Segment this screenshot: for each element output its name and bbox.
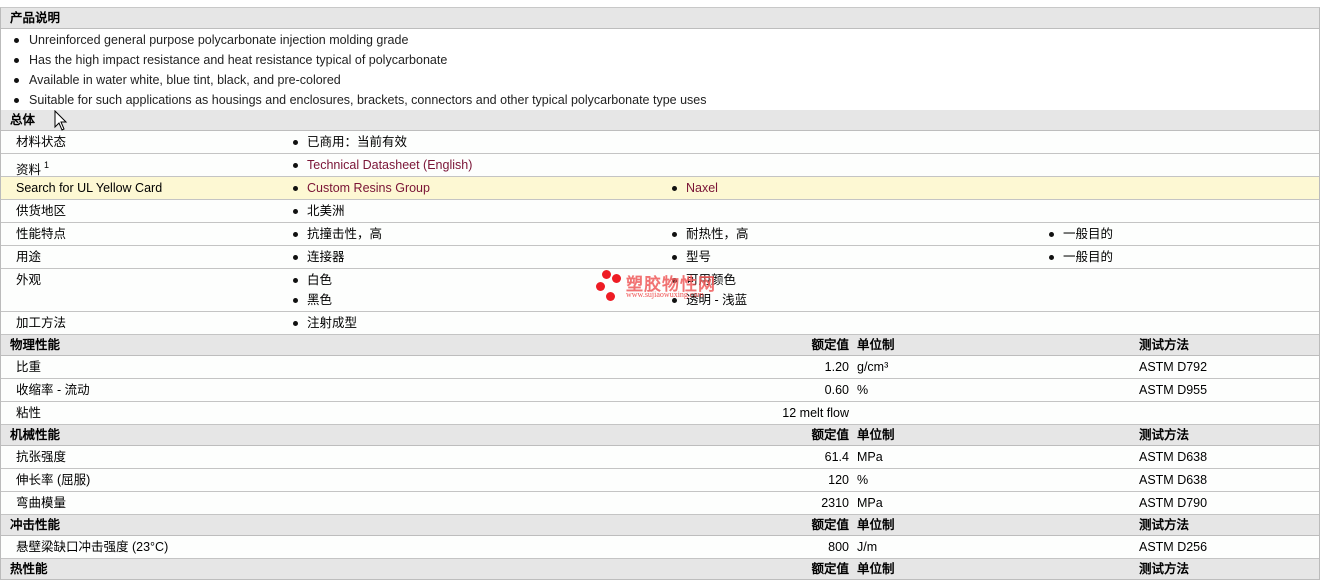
ul-link-custom-resins[interactable]: Custom Resins Group <box>293 177 430 199</box>
col-header-method: 测试方法 <box>1139 562 1190 576</box>
row-unit: % <box>857 473 869 487</box>
section-title: 机械性能 <box>10 428 61 442</box>
col-header-method: 测试方法 <box>1139 518 1190 532</box>
row-label: 材料状态 <box>16 135 67 149</box>
row-label: Search for UL Yellow Card <box>16 181 163 195</box>
row-value: 1.20 <box>824 360 849 374</box>
table-row: 加工方法 注射成型 <box>1 312 1319 335</box>
col-header-method: 测试方法 <box>1139 338 1190 352</box>
list-item: Has the high impact resistance and heat … <box>1 50 1319 70</box>
row-label: 比重 <box>16 360 42 374</box>
section-title: 产品说明 <box>10 11 61 25</box>
row-label: 收缩率 - 流动 <box>16 383 90 397</box>
section-title: 热性能 <box>10 562 48 576</box>
row-label: 性能特点 <box>16 227 67 241</box>
row-value: 800 <box>828 540 849 554</box>
table-row: 性能特点 抗撞击性，高 耐热性，高 一般目的 <box>1 223 1319 246</box>
table-row: 弯曲模量 2310 MPa ASTM D790 <box>1 492 1319 515</box>
row-method: ASTM D638 <box>1139 450 1208 464</box>
row-unit: % <box>857 383 869 397</box>
table-row: 供货地区 北美洲 <box>1 200 1319 223</box>
description-list: Unreinforced general purpose polycarbona… <box>1 29 1319 110</box>
row-label: 伸长率 (屈服) <box>16 473 91 487</box>
section-header-general: 总体 <box>1 110 1319 131</box>
row-value: 2310 <box>821 496 849 510</box>
row-value: 一般目的 <box>1049 246 1113 268</box>
row-method: ASTM D792 <box>1139 360 1208 374</box>
table-row: 悬壁梁缺口冲击强度 (23°C) 800 J/m ASTM D256 <box>1 536 1319 559</box>
col-header-value: 额定值 <box>811 562 849 576</box>
section-header-mechanical: 机械性能 额定值 单位制 测试方法 <box>1 425 1319 446</box>
col-header-value: 额定值 <box>811 518 849 532</box>
row-method: ASTM D256 <box>1139 540 1208 554</box>
table-row: 外观 白色 黑色 可用颜色 透明 - 浅蓝 <box>1 269 1319 312</box>
row-unit: J/m <box>857 540 878 554</box>
row-value: 已商用：当前有效 <box>293 131 407 153</box>
table-row: 伸长率 (屈服) 120% ASTM D638 <box>1 469 1319 492</box>
datasheet-table: 产品说明 Unreinforced general purpose polyca… <box>0 7 1320 580</box>
list-item: Available in water white, blue tint, bla… <box>1 70 1319 90</box>
section-header-physical: 物理性能 额定值 单位制 测试方法 <box>1 335 1319 356</box>
label-text: 资料 <box>16 163 42 177</box>
col-header-unit: 单位制 <box>857 562 895 576</box>
section-title: 冲击性能 <box>10 518 61 532</box>
row-label: 用途 <box>16 250 42 264</box>
ul-link-naxel[interactable]: Naxel <box>672 177 718 199</box>
row-value: 连接器 <box>293 246 345 268</box>
section-header-description: 产品说明 <box>1 8 1319 29</box>
row-value: 12 melt flow <box>782 406 849 420</box>
list-item: Suitable for such applications as housin… <box>1 90 1319 110</box>
section-title: 物理性能 <box>10 338 61 352</box>
row-value: 耐热性，高 <box>672 223 749 245</box>
row-value: 白色 <box>293 269 332 291</box>
row-label: 粘性 <box>16 406 42 420</box>
table-row: 用途 连接器 型号 一般目的 <box>1 246 1319 269</box>
list-item: Unreinforced general purpose polycarbona… <box>1 30 1319 50</box>
row-method: ASTM D790 <box>1139 496 1208 510</box>
table-row: 资料 1 Technical Datasheet (English) <box>1 154 1319 177</box>
col-header-method: 测试方法 <box>1139 428 1190 442</box>
datasheet-link[interactable]: Technical Datasheet (English) <box>293 154 472 176</box>
col-header-unit: 单位制 <box>857 518 895 532</box>
row-method: ASTM D638 <box>1139 473 1208 487</box>
row-label: 加工方法 <box>16 316 67 330</box>
table-row: Search for UL Yellow Card Custom Resins G… <box>1 177 1319 200</box>
row-value: 120 <box>828 473 849 487</box>
row-unit: MPa <box>857 450 883 464</box>
row-value: 注射成型 <box>293 312 357 334</box>
col-header-value: 额定值 <box>811 338 849 352</box>
col-header-unit: 单位制 <box>857 338 895 352</box>
table-row: 材料状态 已商用：当前有效 <box>1 131 1319 154</box>
table-row: 粘性 12 melt flow <box>1 402 1319 425</box>
mouse-cursor-icon <box>54 110 68 131</box>
footnote-marker[interactable]: 1 <box>44 160 49 170</box>
table-row: 比重 1.20 g/cm³ ASTM D792 <box>1 356 1319 379</box>
section-header-thermal: 热性能 额定值 单位制 测试方法 <box>1 559 1319 580</box>
row-label: 悬壁梁缺口冲击强度 (23°C) <box>16 540 169 554</box>
section-header-impact: 冲击性能 额定值 单位制 测试方法 <box>1 515 1319 536</box>
table-row: 收缩率 - 流动 0.60% ASTM D955 <box>1 379 1319 402</box>
row-value: 抗撞击性，高 <box>293 223 382 245</box>
row-value: 0.60 <box>824 383 849 397</box>
row-unit: g/cm³ <box>857 360 889 374</box>
row-value: 北美洲 <box>293 200 345 222</box>
row-value: 透明 - 浅蓝 <box>672 289 747 311</box>
row-unit: MPa <box>857 496 883 510</box>
row-label: 弯曲模量 <box>16 496 67 510</box>
row-method: ASTM D955 <box>1139 383 1208 397</box>
row-value: 黑色 <box>293 289 332 311</box>
col-header-value: 额定值 <box>811 428 849 442</box>
row-label: 供货地区 <box>16 204 67 218</box>
section-title: 总体 <box>10 113 36 127</box>
col-header-unit: 单位制 <box>857 428 895 442</box>
table-row: 抗张强度 61.4 MPa ASTM D638 <box>1 446 1319 469</box>
row-value: 型号 <box>672 246 711 268</box>
row-value: 61.4 <box>824 450 849 464</box>
row-value: 一般目的 <box>1049 223 1113 245</box>
row-label: 抗张强度 <box>16 450 67 464</box>
row-label: 外观 <box>16 273 42 287</box>
row-value: 可用颜色 <box>672 269 736 291</box>
